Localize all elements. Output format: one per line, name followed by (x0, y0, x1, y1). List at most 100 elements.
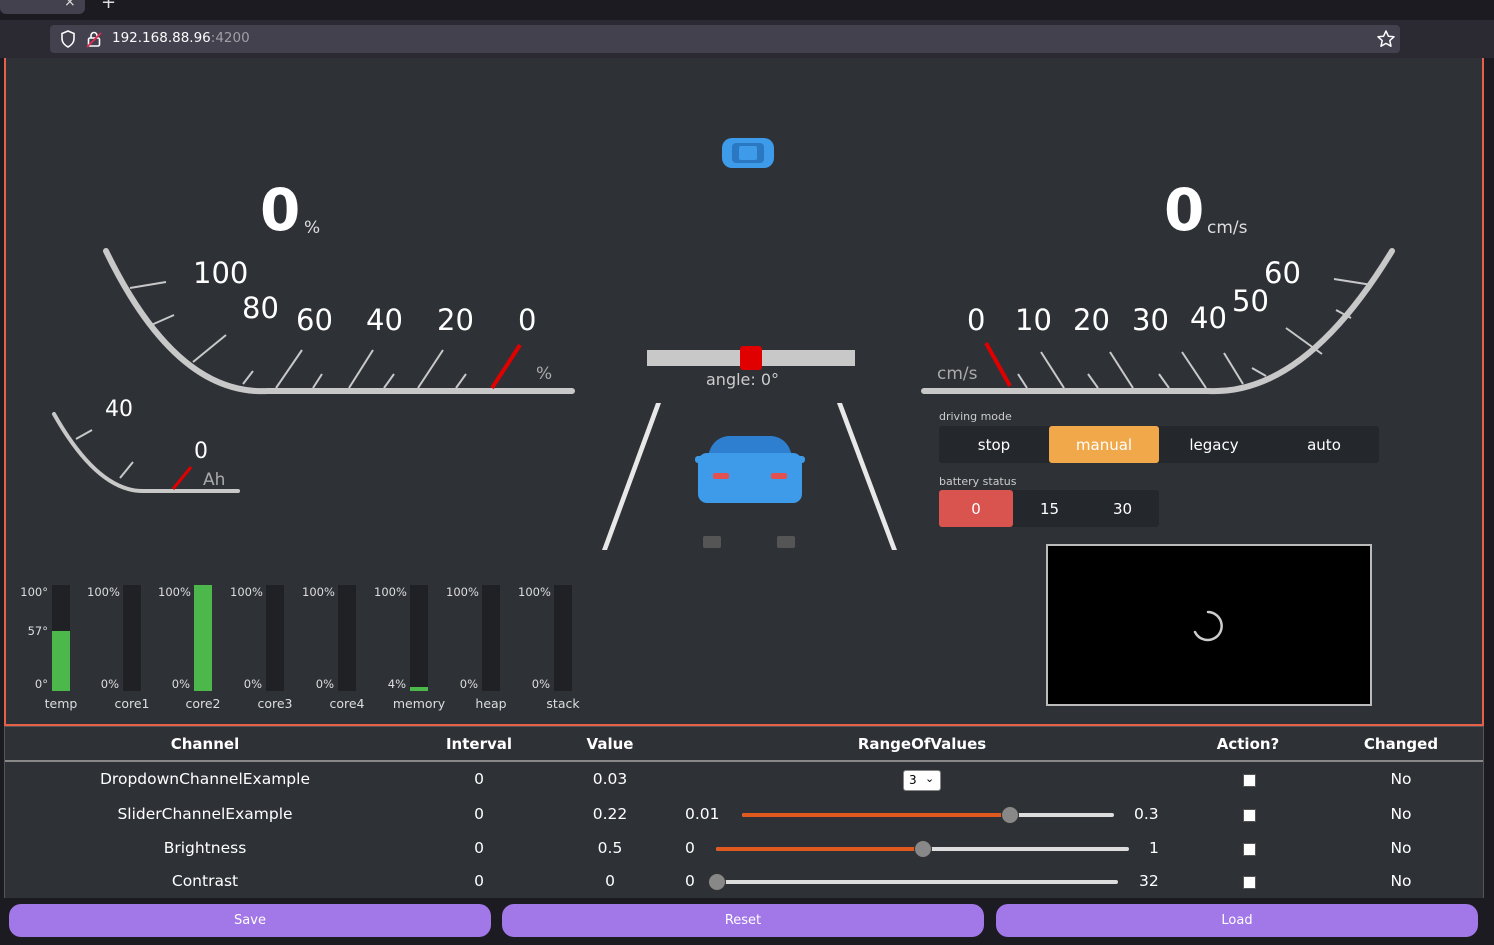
battery-status-selector: 0 15 30 (939, 490, 1159, 527)
shield-icon[interactable] (60, 30, 76, 48)
row2-action-checkbox[interactable] (1243, 843, 1256, 856)
row3-changed: No (1390, 872, 1412, 890)
row3-action-checkbox[interactable] (1243, 876, 1256, 889)
battery-30-button[interactable]: 30 (1086, 490, 1159, 527)
bar-core1-name: core1 (114, 696, 150, 711)
bar-core1-track (123, 585, 141, 691)
battery-15-button[interactable]: 15 (1013, 490, 1086, 527)
speed-axis-unit: cm/s (937, 364, 978, 384)
tab-close-icon[interactable]: × (64, 0, 76, 10)
row2-slider-fill (716, 847, 923, 851)
tab-strip: × + (0, 0, 1494, 20)
battery-tick-20: 20 (437, 303, 474, 337)
header-channel: Channel (170, 735, 240, 753)
bar-stack-top-label: 100% (518, 585, 551, 599)
bar-temp-mid-label: 57° (27, 624, 48, 638)
ah-gauge-ticks (75, 429, 134, 479)
speed-gauge-needle (984, 342, 1012, 387)
row1-slider-thumb[interactable] (1000, 806, 1019, 824)
angle-label: angle: 0° (706, 370, 780, 389)
driving-mode-title: driving mode (939, 410, 1012, 423)
bar-stack-bottom-label: 0% (531, 677, 550, 691)
bar-stack-track (554, 585, 572, 691)
row3-slider[interactable] (708, 873, 1118, 891)
reset-button[interactable]: Reset (502, 904, 984, 937)
battery-value-unit: % (304, 218, 321, 238)
row2-value: 0.5 (597, 839, 623, 857)
bar-temp-bottom-label: 0° (34, 677, 48, 691)
row0-action-checkbox[interactable] (1243, 774, 1256, 787)
dashboard-panel: 0 % 100 80 60 40 20 0 % 0 cm/s 0 10 20 3… (4, 58, 1484, 726)
header-range: RangeOfValues (857, 735, 987, 753)
save-button[interactable]: Save (9, 904, 491, 937)
mode-auto-button[interactable]: auto (1269, 426, 1379, 463)
url-port: :4200 (210, 30, 250, 46)
bar-core2-bottom-label: 0% (171, 677, 190, 691)
ah-tick-0: 0 (194, 439, 208, 464)
battery-tick-0: 0 (518, 303, 537, 337)
row1-range-max: 0.3 (1134, 805, 1159, 823)
bar-memory-name: memory (392, 696, 446, 711)
chevron-down-icon: ⌄ (925, 772, 935, 785)
row0-select-value: 3 (909, 773, 917, 787)
bar-heap-name: heap (475, 696, 507, 711)
battery-tick-60: 60 (296, 303, 333, 337)
row2-slider[interactable] (716, 840, 1129, 858)
bar-heap-bottom-label: 0% (459, 677, 478, 691)
bar-core4-bottom-label: 0% (315, 677, 334, 691)
ah-gauge-needle (171, 466, 193, 490)
insecure-lock-icon[interactable] (86, 30, 102, 48)
url-text[interactable]: 192.168.88.96:4200 (112, 30, 250, 46)
ah-tick-40: 40 (105, 397, 133, 422)
row3-value: 0 (605, 872, 615, 890)
loading-spinner-icon (1193, 610, 1223, 642)
row2-channel: Brightness (163, 839, 247, 857)
row2-interval: 0 (474, 839, 484, 857)
bar-memory-top-label: 100% (374, 585, 407, 599)
bar-memory-bottom-label: 4% (387, 677, 406, 691)
row3-channel: Contrast (171, 872, 239, 890)
driving-mode-selector: stop manual legacy auto (939, 426, 1379, 463)
battery-tick-80: 80 (242, 291, 279, 325)
header-interval: Interval (445, 735, 513, 753)
header-action: Action? (1216, 735, 1280, 753)
speed-tick-60: 60 (1264, 256, 1301, 290)
browser-toolbar: 192.168.88.96:4200 (0, 20, 1494, 58)
speed-tick-40: 40 (1190, 301, 1227, 335)
lane-left (602, 403, 661, 550)
browser-tab[interactable]: × (0, 0, 85, 14)
ah-unit: Ah (203, 470, 226, 490)
row0-changed: No (1390, 770, 1412, 788)
row1-range-min: 0.01 (685, 805, 720, 823)
mode-manual-button[interactable]: manual (1049, 426, 1159, 463)
row3-slider-thumb[interactable] (708, 873, 726, 891)
new-tab-button[interactable]: + (101, 0, 116, 13)
row0-value: 0.03 (592, 770, 628, 788)
row3-range-min: 0 (685, 872, 695, 890)
bar-core2-name: core2 (185, 696, 221, 711)
battery-0-button[interactable]: 0 (939, 490, 1013, 527)
bar-temp-track (52, 585, 70, 691)
bookmark-star-icon[interactable] (1376, 29, 1396, 49)
bar-temp-name: temp (44, 696, 78, 711)
load-button[interactable]: Load (996, 904, 1478, 937)
mode-legacy-button[interactable]: legacy (1159, 426, 1269, 463)
row2-slider-thumb[interactable] (913, 840, 932, 858)
speed-tick-30: 30 (1132, 303, 1169, 337)
camera-feed (1046, 544, 1372, 706)
bar-core1-bottom-label: 0% (100, 677, 119, 691)
header-value: Value (586, 735, 634, 753)
row0-select[interactable]: 3 ⌄ (903, 770, 941, 791)
row1-slider[interactable] (742, 806, 1114, 824)
car-topview-icon (722, 138, 774, 168)
bar-core3-bottom-label: 0% (243, 677, 262, 691)
bar-core4-name: core4 (329, 696, 365, 711)
header-divider (5, 760, 1483, 762)
battery-value: 0 (260, 176, 301, 244)
channel-table: Channel Interval Value RangeOfValues Act… (4, 726, 1484, 899)
row1-action-checkbox[interactable] (1243, 809, 1256, 822)
battery-axis-unit: % (536, 364, 553, 384)
mode-stop-button[interactable]: stop (939, 426, 1049, 463)
row1-slider-fill (742, 813, 1010, 817)
url-bar[interactable]: 192.168.88.96:4200 (50, 25, 1400, 53)
